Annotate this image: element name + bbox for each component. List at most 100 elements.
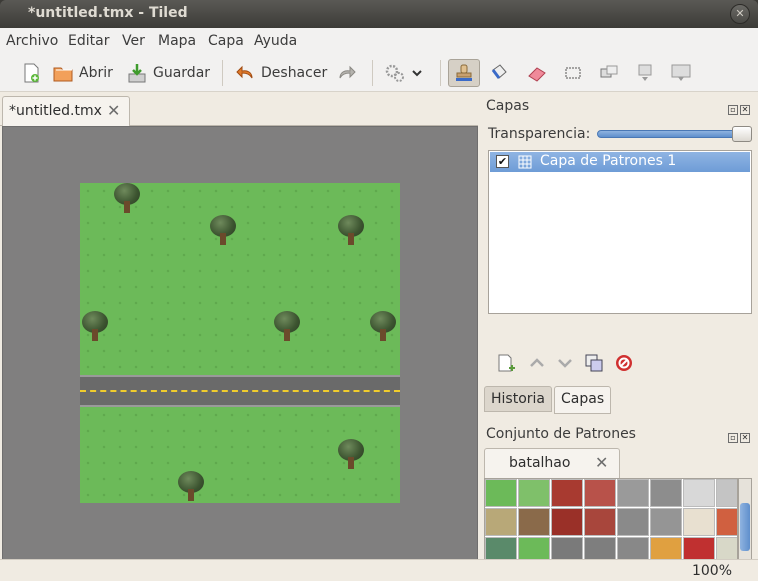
toolbar-separator <box>372 60 373 86</box>
tree-tile <box>336 439 366 471</box>
main-window: Archivo Editar Ver Mapa Capa Ayuda Abrir… <box>0 28 758 581</box>
status-bar: 100% <box>0 559 758 581</box>
lower-layer-icon[interactable] <box>556 353 574 373</box>
close-tileset-icon[interactable]: ✕ <box>595 453 608 472</box>
opacity-slider[interactable] <box>597 126 752 142</box>
insert-object-tool[interactable] <box>634 59 656 87</box>
tile[interactable] <box>650 508 682 536</box>
menu-ver[interactable]: Ver <box>122 33 145 49</box>
tile[interactable] <box>584 479 616 507</box>
layer-visibility-checkbox[interactable]: ✔ <box>496 155 509 168</box>
tileset-tab-label: batalhao <box>509 455 571 471</box>
menu-capa[interactable]: Capa <box>208 33 244 49</box>
close-icon[interactable]: ✕ <box>740 433 750 443</box>
rect-select-tool[interactable] <box>562 59 584 87</box>
float-icon[interactable]: ▫ <box>728 105 738 115</box>
menu-editar[interactable]: Editar <box>68 33 109 49</box>
save-icon <box>128 64 146 83</box>
menu-archivo[interactable]: Archivo <box>6 33 58 49</box>
map-canvas[interactable] <box>80 183 400 503</box>
menu-ayuda[interactable]: Ayuda <box>254 33 297 49</box>
road-tiles <box>80 375 400 407</box>
menu-bar: Archivo Editar Ver Mapa Capa Ayuda <box>0 28 758 54</box>
insert-tile-tool[interactable] <box>670 59 692 87</box>
tile[interactable] <box>485 479 517 507</box>
eraser-icon <box>528 67 546 82</box>
undo-icon <box>236 65 253 79</box>
save-button[interactable]: Guardar <box>126 59 210 87</box>
opacity-label: Transparencia: <box>488 126 591 142</box>
undo-button[interactable]: Deshacer <box>234 59 327 87</box>
tile[interactable] <box>617 479 649 507</box>
history-tab-label: Historia <box>491 391 545 407</box>
tab-untitled[interactable]: *untitled.tmx ✕ <box>2 96 130 127</box>
gears-icon <box>385 64 404 82</box>
title-bar: *untitled.tmx - Tiled ✕ <box>0 0 758 28</box>
object-select-tool[interactable] <box>598 59 620 87</box>
bucket-fill-tool[interactable] <box>488 59 510 87</box>
tree-tile <box>336 215 366 247</box>
tab-label: *untitled.tmx <box>9 103 102 119</box>
insert-object-icon <box>638 64 652 81</box>
layers-panel-controls: ▫ ✕ <box>726 100 752 115</box>
tilesets-panel-title: Conjunto de Patrones <box>486 426 636 442</box>
tile[interactable] <box>485 508 517 536</box>
map-view[interactable] <box>2 126 478 581</box>
tileset-view[interactable] <box>484 478 738 564</box>
toolbar-separator <box>222 60 223 86</box>
opacity-slider-handle[interactable] <box>732 126 752 142</box>
document-tabs: *untitled.tmx ✕ <box>0 94 478 127</box>
layers-tab-label: Capas <box>561 391 605 407</box>
eraser-tool[interactable] <box>526 59 548 87</box>
add-layer-icon[interactable] <box>496 353 518 373</box>
remove-layer-icon[interactable] <box>614 353 634 373</box>
tile[interactable] <box>551 508 583 536</box>
raise-layer-icon[interactable] <box>528 353 546 373</box>
new-button[interactable] <box>20 59 42 87</box>
stamp-icon <box>456 64 472 81</box>
tile[interactable] <box>518 479 550 507</box>
layer-list[interactable]: ✔ Capa de Patrones 1 <box>488 150 752 314</box>
tile[interactable] <box>683 479 715 507</box>
window-title: *untitled.tmx - Tiled <box>28 5 188 21</box>
tree-tile <box>80 311 110 343</box>
tile[interactable] <box>551 479 583 507</box>
tile[interactable] <box>683 508 715 536</box>
tile[interactable] <box>650 479 682 507</box>
vertical-scroll-thumb[interactable] <box>740 503 750 551</box>
float-icon[interactable]: ▫ <box>728 433 738 443</box>
tile[interactable] <box>716 508 737 536</box>
tab-history[interactable]: Historia <box>484 386 552 412</box>
redo-button[interactable] <box>336 59 358 87</box>
close-icon[interactable]: ✕ <box>740 105 750 115</box>
tile[interactable] <box>518 508 550 536</box>
tree-tile <box>112 183 142 215</box>
tile[interactable] <box>584 508 616 536</box>
tab-layers[interactable]: Capas <box>554 386 612 414</box>
new-file-icon <box>24 63 39 83</box>
open-button[interactable]: Abrir <box>52 59 113 87</box>
window-close-button[interactable]: ✕ <box>730 4 750 24</box>
tile[interactable] <box>617 508 649 536</box>
tile[interactable] <box>716 479 737 507</box>
insert-tile-icon <box>671 64 691 81</box>
tree-tile <box>368 311 398 343</box>
menu-mapa[interactable]: Mapa <box>158 33 196 49</box>
open-label: Abrir <box>79 65 113 81</box>
tileset-tab[interactable]: batalhao ✕ <box>484 448 620 478</box>
layers-panel-title: Capas <box>486 98 530 114</box>
tree-tile <box>272 311 302 343</box>
open-folder-icon <box>53 67 73 82</box>
stamp-brush-tool[interactable] <box>448 59 480 87</box>
select-objects-icon <box>600 65 618 78</box>
zoom-level: 100% <box>691 563 732 579</box>
close-tab-icon[interactable]: ✕ <box>107 101 120 120</box>
tileset-vertical-scrollbar[interactable] <box>738 478 752 564</box>
tilesets-panel-controls: ▫ ✕ <box>726 428 752 443</box>
layer-buttons <box>496 352 634 374</box>
duplicate-layer-icon[interactable] <box>584 353 604 373</box>
layer-row[interactable]: ✔ Capa de Patrones 1 <box>490 152 750 172</box>
commands-button[interactable] <box>384 59 423 87</box>
chevron-down-icon <box>412 70 422 77</box>
toolbar-separator <box>440 60 441 86</box>
